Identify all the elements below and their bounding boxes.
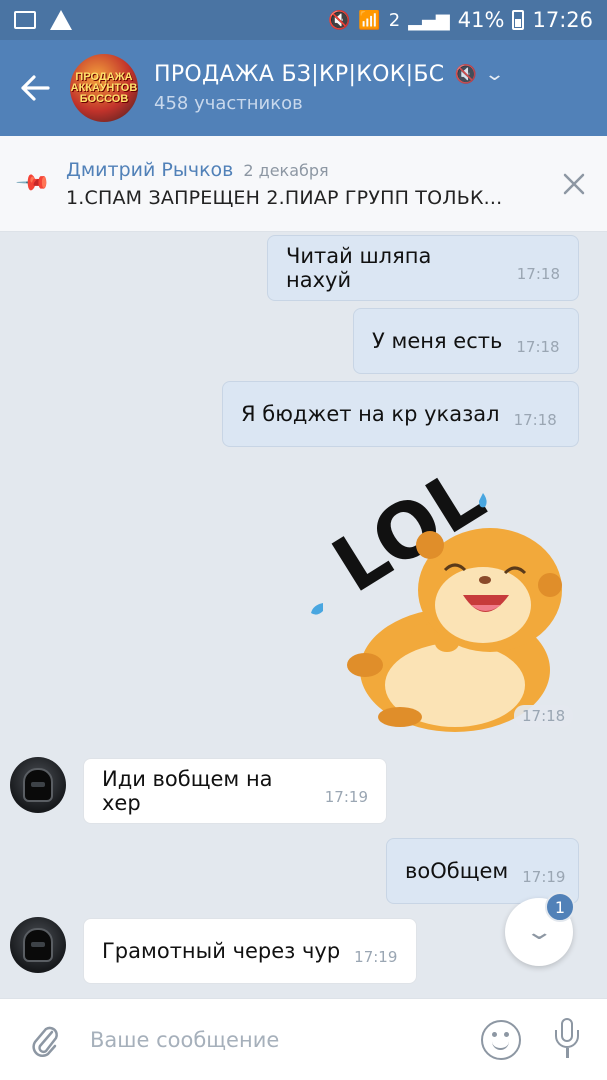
- message-time: 17:18: [513, 411, 557, 429]
- message-text: Грамотный через чур: [102, 939, 341, 963]
- battery-level: 41%: [457, 8, 505, 32]
- chevron-down-icon[interactable]: ⌄: [484, 64, 505, 85]
- message-time: 17:18: [514, 705, 574, 727]
- network-indicator: 2: [388, 9, 401, 31]
- message-bubble[interactable]: У меня есть 17:18: [353, 308, 579, 374]
- arrow-left-icon: [21, 75, 50, 101]
- group-avatar-logo: ПРОДАЖА АККАУНТОВ БОССОВ: [70, 70, 138, 105]
- muted-icon: 🔇: [454, 64, 477, 85]
- message-text: Читай шляпа нахуй: [286, 244, 432, 292]
- message-bubble[interactable]: Я бюджет на кр указал 17:18: [222, 381, 579, 447]
- chevron-down-icon: ⌄: [524, 919, 554, 945]
- wifi-icon: 📶: [358, 9, 381, 31]
- voice-record-button[interactable]: [555, 1017, 579, 1062]
- message-text: У меня есть: [372, 329, 503, 353]
- status-bar: 🔇 📶 2 ▂▄▆ 41% 17:26: [0, 0, 607, 40]
- paperclip-icon: [32, 1026, 58, 1057]
- attach-button[interactable]: [0, 1022, 90, 1058]
- back-button[interactable]: [0, 40, 70, 136]
- message-time: 17:19: [522, 868, 566, 886]
- chat-info[interactable]: ПРОДАЖА БЗ|КР|КОК|БС 🔇 ⌄ 458 участников: [154, 62, 505, 114]
- avatar[interactable]: [10, 917, 66, 973]
- pinned-date: 2 декабря: [243, 160, 329, 180]
- avatar[interactable]: [10, 757, 66, 813]
- clock: 17:26: [532, 8, 593, 32]
- message-time: 17:19: [324, 788, 368, 806]
- battery-icon: [512, 10, 525, 30]
- chat-header: ПРОДАЖА АККАУНТОВ БОССОВ ПРОДАЖА БЗ|КР|К…: [0, 40, 607, 136]
- message-text: Иди вобщем на хер: [102, 767, 273, 815]
- chat-title: ПРОДАЖА БЗ|КР|КОК|БС: [154, 62, 445, 87]
- mute-status-icon: 🔇: [327, 9, 351, 31]
- pinned-message[interactable]: 📌 Дмитрий Рычков 2 декабря 1.СПАМ ЗАПРЕЩ…: [0, 136, 607, 232]
- message-bubble[interactable]: Грамотный через чур 17:19: [83, 918, 417, 984]
- message-text: Я бюджет на кр указал: [241, 402, 500, 426]
- avatar-image: [23, 768, 53, 802]
- sticker-lol-hamster[interactable]: LOL: [305, 455, 575, 745]
- emoji-button[interactable]: [481, 1019, 521, 1060]
- message-bubble[interactable]: Читай шляпа нахуй 17:18: [267, 235, 579, 301]
- pinned-author[interactable]: Дмитрий Рычков: [66, 159, 233, 181]
- pinned-text: 1.СПАМ ЗАПРЕЩЕН 2.ПИАР ГРУПП ТОЛЬК...: [66, 186, 503, 209]
- unread-badge: 1: [545, 892, 575, 922]
- avatar-image: [23, 928, 53, 962]
- message-time: 17:19: [354, 948, 398, 966]
- close-icon: [563, 173, 585, 194]
- message-composer: [0, 998, 607, 1080]
- pin-icon: 📌: [14, 164, 52, 203]
- member-count: 458 участников: [154, 93, 303, 114]
- message-time: 17:18: [516, 338, 560, 356]
- close-pinned-button[interactable]: [541, 172, 607, 196]
- message-time: 17:18: [516, 265, 560, 283]
- message-input[interactable]: [90, 1027, 481, 1052]
- message-bubble[interactable]: Иди вобщем на хер 17:19: [83, 758, 387, 824]
- signal-icon: ▂▄▆: [408, 9, 450, 31]
- warning-icon: [50, 10, 72, 30]
- message-text: воОбщем: [405, 859, 509, 883]
- image-notification-icon: [14, 11, 36, 29]
- group-avatar[interactable]: ПРОДАЖА АККАУНТОВ БОССОВ: [70, 54, 138, 122]
